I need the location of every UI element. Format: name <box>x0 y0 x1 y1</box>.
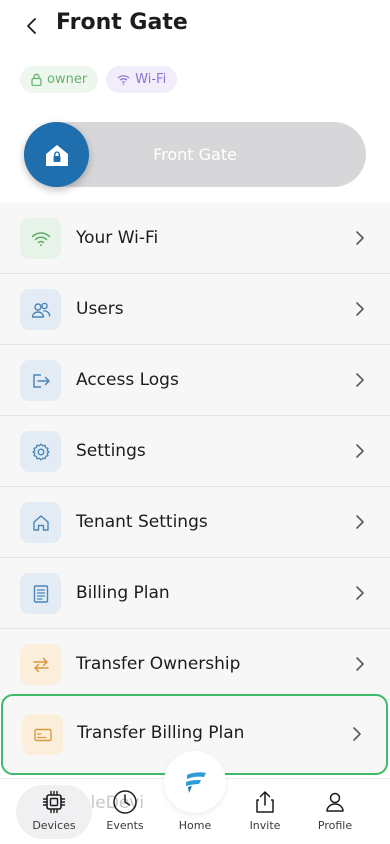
bottom-tab-bar: ScaleDevi Devices Events Home Invite Pro… <box>0 751 390 844</box>
tab-devices[interactable]: Devices <box>16 785 92 839</box>
chevron-left-icon <box>27 18 36 34</box>
menu-item-label: Tenant Settings <box>76 512 208 532</box>
slider-knob[interactable] <box>24 122 89 187</box>
brand-logo-icon <box>186 772 206 793</box>
user-icon <box>326 792 344 812</box>
owner-badge: owner <box>20 66 99 93</box>
menu-item-tenant-settings[interactable]: Tenant Settings <box>0 487 390 558</box>
chevron-right-icon <box>353 727 361 741</box>
back-button[interactable] <box>18 12 46 40</box>
menu-item-billing-plan[interactable]: Billing Plan <box>0 558 390 629</box>
menu-item-label: Transfer Ownership <box>76 654 241 674</box>
users-icon-tile <box>20 289 61 330</box>
tab-profile-label: Profile <box>317 819 353 832</box>
menu-item-label: Access Logs <box>76 370 179 390</box>
menu-item-label: Your Wi-Fi <box>76 228 159 248</box>
receipt-icon-tile <box>20 573 61 614</box>
home-icon-tile <box>20 502 61 543</box>
menu-item-label: Billing Plan <box>76 583 170 603</box>
menu-item-access-logs[interactable]: Access Logs <box>0 345 390 416</box>
receipt-icon <box>33 584 48 603</box>
owner-badge-label: owner <box>47 72 88 87</box>
chevron-right-icon <box>356 231 364 245</box>
chevron-right-icon <box>356 302 364 316</box>
logout-icon <box>32 373 50 388</box>
menu-item-label: Users <box>76 299 124 319</box>
home-icon <box>32 514 49 531</box>
tab-devices-label: Devices <box>32 819 76 832</box>
chevron-right-icon <box>356 444 364 458</box>
users-icon <box>31 302 50 318</box>
menu-item-users[interactable]: Users <box>0 274 390 345</box>
clock-icon <box>113 790 137 814</box>
card-icon-tile <box>22 714 63 755</box>
chevron-right-icon <box>356 373 364 387</box>
tab-events-label: Events <box>106 819 144 832</box>
wifi-icon-tile <box>20 218 61 259</box>
chevron-right-icon <box>356 515 364 529</box>
chevron-right-icon <box>356 657 364 671</box>
gear-icon-tile <box>20 431 61 472</box>
menu-item-label: Settings <box>76 441 146 461</box>
menu-item-settings[interactable]: Settings <box>0 416 390 487</box>
card-icon <box>33 728 52 741</box>
tag-list: owner Wi-Fi <box>20 66 178 93</box>
tab-events[interactable]: Events <box>87 785 163 839</box>
logout-icon-tile <box>20 360 61 401</box>
tab-home[interactable] <box>164 751 226 813</box>
device-menu: Your Wi-Fi Users Access Logs Settings Te… <box>0 203 390 700</box>
page-title: Front Gate <box>56 10 188 35</box>
menu-item-your-wifi[interactable]: Your Wi-Fi <box>0 203 390 274</box>
menu-item-transfer-ownership[interactable]: Transfer Ownership <box>0 629 390 700</box>
swap-icon <box>32 657 49 672</box>
wifi-badge: Wi-Fi <box>106 66 178 93</box>
wifi-icon <box>117 75 130 85</box>
lock-icon <box>31 73 42 86</box>
tab-invite-label: Invite <box>249 819 281 832</box>
tab-invite[interactable]: Invite <box>227 785 303 839</box>
header: Front Gate <box>0 0 390 56</box>
chip-icon <box>42 790 66 814</box>
share-icon <box>256 791 274 813</box>
swap-icon-tile <box>20 644 61 685</box>
menu-item-label: Transfer Billing Plan <box>77 723 245 743</box>
tab-profile[interactable]: Profile <box>297 785 373 839</box>
unlock-slider[interactable]: Front Gate <box>24 122 366 187</box>
gear-icon <box>31 442 50 461</box>
wifi-badge-label: Wi-Fi <box>135 72 167 87</box>
home-lock-icon <box>45 144 68 166</box>
wifi-icon <box>31 231 50 246</box>
tab-home-label: Home <box>178 819 212 832</box>
chevron-right-icon <box>356 586 364 600</box>
